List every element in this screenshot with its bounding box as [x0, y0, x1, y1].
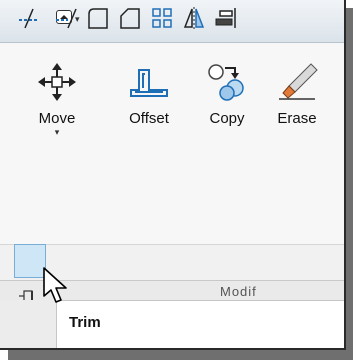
tooltip-title: Trim — [69, 314, 101, 331]
trim-tooltip: Trim — [56, 300, 344, 348]
copy-icon — [208, 64, 244, 101]
fillet-icon[interactable] — [86, 6, 110, 30]
copy-label: Copy — [209, 110, 245, 127]
copy-button[interactable]: Copy — [200, 62, 254, 172]
mirror-icon[interactable] — [182, 6, 206, 30]
ribbon-window: ▾ Move ▾ Offset Copy Erase Modif Trim — [0, 0, 346, 350]
offset-label: Offset — [129, 110, 169, 127]
move-dropdown-icon[interactable]: ▾ — [30, 127, 84, 138]
extend-icon[interactable] — [54, 6, 78, 30]
erase-label: Erase — [277, 110, 317, 127]
erase-icon — [279, 63, 318, 100]
offset-icon — [130, 69, 168, 97]
array-icon[interactable] — [150, 6, 174, 30]
move-label: Move — [38, 110, 76, 127]
trim-icon[interactable] — [17, 6, 41, 30]
erase-button[interactable]: Erase — [270, 62, 324, 172]
modify-panel-label[interactable]: Modif — [220, 284, 257, 299]
move-icon — [38, 63, 76, 101]
offset-button[interactable]: Offset — [122, 62, 176, 172]
cursor-icon — [43, 267, 67, 303]
chamfer-icon[interactable] — [118, 6, 142, 30]
align-icon[interactable] — [214, 6, 238, 30]
move-button[interactable]: Move ▾ — [30, 62, 84, 172]
